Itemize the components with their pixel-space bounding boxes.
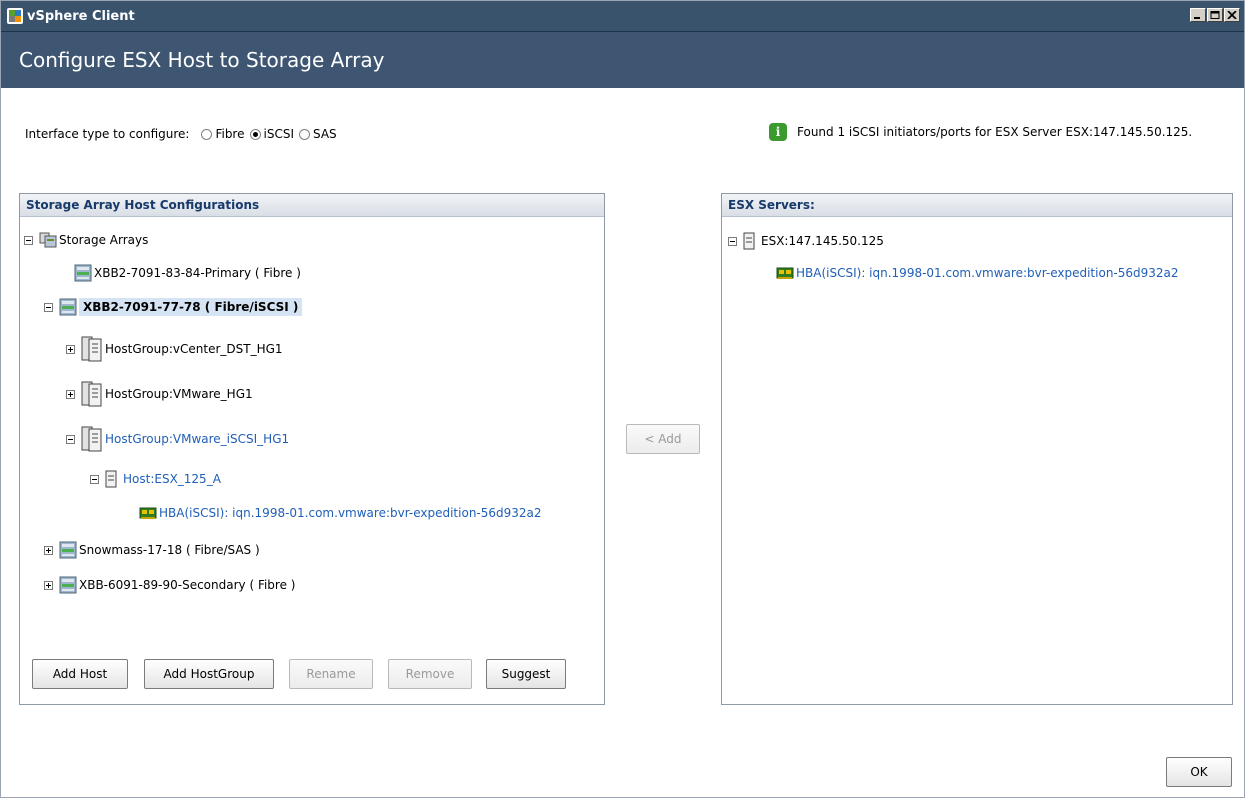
ok-button[interactable]: OK xyxy=(1166,757,1232,787)
host-server-icon xyxy=(105,470,117,488)
rename-button[interactable]: Rename xyxy=(289,659,373,689)
info-icon: i xyxy=(769,123,787,141)
info-message-text: Found 1 iSCSI initiators/ports for ESX S… xyxy=(797,125,1193,139)
maximize-icon xyxy=(1210,11,1220,19)
expand-icon[interactable] xyxy=(44,580,53,590)
tree-node-storage-arrays[interactable]: Storage Arrays xyxy=(24,232,148,248)
tree-label-selected: XBB2-7091-77-78 ( Fibre/iSCSI ) xyxy=(79,298,303,316)
radio-fibre-label: Fibre xyxy=(215,127,245,141)
add-to-group-button[interactable]: < Add xyxy=(626,424,700,454)
tree-label: Snowmass-17-18 ( Fibre/SAS ) xyxy=(79,543,260,557)
tree-label: Host:ESX_125_A xyxy=(123,472,221,486)
minimize-button[interactable] xyxy=(1190,8,1206,22)
add-host-button[interactable]: Add Host xyxy=(32,659,128,689)
interface-type-selector: Interface type to configure: Fibre iSCSI… xyxy=(25,127,342,141)
tree-node-array-primary[interactable]: XBB2-7091-83-84-Primary ( Fibre ) xyxy=(74,264,301,282)
collapse-icon[interactable] xyxy=(90,474,99,484)
close-button[interactable] xyxy=(1224,8,1240,22)
hostgroup-icon xyxy=(81,336,102,362)
hba-card-icon xyxy=(139,507,157,519)
tree-node-hostgroup-iscsi[interactable]: HostGroup:VMware_iSCSI_HG1 xyxy=(66,426,289,452)
hba-card-icon xyxy=(776,267,794,279)
tree-node-array-snowmass[interactable]: Snowmass-17-18 ( Fibre/SAS ) xyxy=(44,541,260,559)
tree-label: HostGroup:vCenter_DST_HG1 xyxy=(105,342,283,356)
tree-node-host[interactable]: Host:ESX_125_A xyxy=(90,470,221,488)
tree-label: HostGroup:VMware_HG1 xyxy=(105,387,253,401)
close-icon xyxy=(1227,11,1237,19)
tree-node-array-secondary[interactable]: XBB-6091-89-90-Secondary ( Fibre ) xyxy=(44,576,295,594)
expand-icon[interactable] xyxy=(44,545,53,555)
storage-array-icon xyxy=(59,541,77,559)
tree-label: Storage Arrays xyxy=(59,233,149,247)
tree-label: HBA(iSCSI): iqn.1998-01.com.vmware:bvr-e… xyxy=(159,506,542,520)
radio-iscsi-label: iSCSI xyxy=(263,127,295,141)
radio-sas[interactable]: SAS xyxy=(299,127,337,141)
dialog-header: Configure ESX Host to Storage Array xyxy=(1,32,1244,88)
tree-node-hba[interactable]: HBA(iSCSI): iqn.1998-01.com.vmware:bvr-e… xyxy=(139,506,542,520)
collapse-icon[interactable] xyxy=(44,302,53,312)
host-server-icon xyxy=(743,232,755,250)
radio-fibre[interactable]: Fibre xyxy=(201,127,245,141)
tree-label: XBB-6091-89-90-Secondary ( Fibre ) xyxy=(79,578,296,592)
esx-servers-panel: ESX Servers: ESX:147.145.50.125 HBA(iSCS… xyxy=(721,193,1233,705)
window-controls xyxy=(1190,8,1240,22)
tree-label: XBB2-7091-83-84-Primary ( Fibre ) xyxy=(94,266,301,280)
collapse-icon[interactable] xyxy=(728,236,737,246)
storage-array-icon xyxy=(74,264,92,282)
storage-array-panel-title: Storage Array Host Configurations xyxy=(20,194,604,217)
info-message: i Found 1 iSCSI initiators/ports for ESX… xyxy=(769,123,1192,141)
storage-array-config-panel: Storage Array Host Configurations Storag… xyxy=(19,193,605,705)
radio-sas-control[interactable] xyxy=(299,128,310,140)
expand-icon[interactable] xyxy=(66,389,75,399)
tree-label: ESX:147.145.50.125 xyxy=(761,234,884,248)
collapse-icon[interactable] xyxy=(24,235,33,245)
suggest-button[interactable]: Suggest xyxy=(486,659,566,689)
dialog-title: Configure ESX Host to Storage Array xyxy=(19,48,385,72)
tree-label: HBA(iSCSI): iqn.1998-01.com.vmware:bvr-e… xyxy=(796,266,1179,280)
storage-array-icon xyxy=(59,298,77,316)
title-bar[interactable]: vSphere Client xyxy=(1,1,1244,32)
app-window: vSphere Client Configure ESX Host to Sto… xyxy=(0,0,1245,798)
tree-label: HostGroup:VMware_iSCSI_HG1 xyxy=(105,432,290,446)
maximize-button[interactable] xyxy=(1207,8,1223,22)
vsphere-app-icon xyxy=(7,8,23,24)
hostgroup-icon xyxy=(81,426,102,452)
hostgroup-icon xyxy=(81,381,102,407)
tree-node-esx-server[interactable]: ESX:147.145.50.125 xyxy=(728,232,884,250)
radio-iscsi[interactable]: iSCSI xyxy=(249,127,295,141)
radio-iscsi-control[interactable] xyxy=(249,128,261,140)
storage-arrays-icon xyxy=(39,232,57,248)
esx-servers-panel-title: ESX Servers: xyxy=(722,194,1232,217)
window-title: vSphere Client xyxy=(27,9,135,24)
radio-fibre-control[interactable] xyxy=(201,128,213,140)
tree-node-hostgroup-vcenter[interactable]: HostGroup:vCenter_DST_HG1 xyxy=(66,336,283,362)
interface-type-label: Interface type to configure: xyxy=(25,127,190,141)
tree-node-hostgroup-vmware[interactable]: HostGroup:VMware_HG1 xyxy=(66,381,253,407)
minimize-icon xyxy=(1194,17,1200,19)
add-hostgroup-button[interactable]: Add HostGroup xyxy=(144,659,274,689)
storage-array-icon xyxy=(59,576,77,594)
remove-button[interactable]: Remove xyxy=(388,659,472,689)
tree-node-esx-hba[interactable]: HBA(iSCSI): iqn.1998-01.com.vmware:bvr-e… xyxy=(776,266,1179,280)
expand-icon[interactable] xyxy=(66,344,75,354)
radio-sas-label: SAS xyxy=(313,127,337,141)
collapse-icon[interactable] xyxy=(66,434,75,444)
tree-node-array-selected[interactable]: XBB2-7091-77-78 ( Fibre/iSCSI ) xyxy=(44,298,303,316)
